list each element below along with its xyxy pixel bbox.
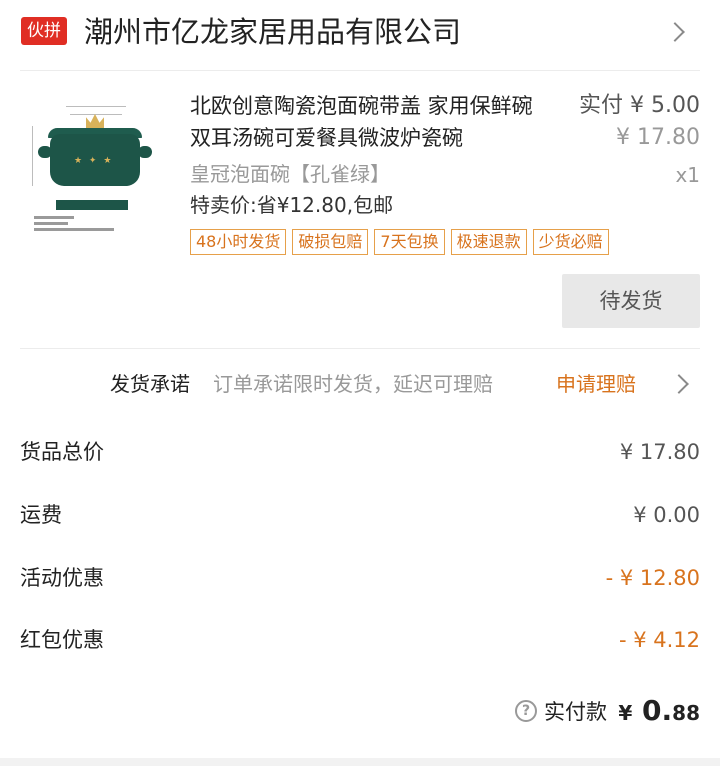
promise-title: 发货承诺 (110, 372, 190, 396)
summary-row: 活动优惠 - ¥ 12.80 (0, 558, 720, 598)
service-tag: 48小时发货 (190, 229, 287, 255)
bottom-separator (0, 758, 720, 766)
chevron-right-icon[interactable] (669, 374, 689, 394)
summary-label: 运费 (20, 503, 62, 527)
service-tag: 极速退款 (450, 229, 527, 255)
summary-value: - ¥ 4.12 (618, 628, 700, 652)
product-quantity: x1 (675, 163, 700, 187)
summary-row: 运费 ¥ 0.00 (0, 495, 720, 535)
chevron-right-icon[interactable] (665, 22, 685, 42)
divider (20, 70, 700, 71)
summary-value: ¥ 17.80 (619, 440, 700, 464)
service-tags: 48小时发货 破损包赔 7天包换 极速退款 少货必赔 (190, 229, 609, 255)
paid-amount: 实付 ¥ 5.00 (579, 93, 700, 118)
divider (20, 348, 700, 349)
summary-label: 活动优惠 (20, 566, 104, 590)
currency-symbol: ¥ (618, 701, 633, 725)
shipping-promise-row[interactable]: 发货承诺 订单承诺限时发货，延迟可理赔 申请理赔 (0, 362, 720, 406)
question-circle-icon[interactable]: ? (515, 700, 537, 722)
product-label-strip (56, 200, 128, 210)
status-button[interactable]: 待发货 (562, 274, 700, 328)
summary-label: 红包优惠 (20, 628, 104, 652)
summary-row: 货品总价 ¥ 17.80 (0, 432, 720, 472)
service-tag: 少货必赔 (532, 229, 609, 255)
group-buy-badge: 伙拼 (21, 17, 67, 45)
total-amount: ¥ 0.88 (618, 690, 700, 734)
apply-claim-link[interactable]: 申请理赔 (556, 366, 636, 402)
promise-description: 订单承诺限时发货，延迟可理赔 (213, 372, 493, 396)
summary-value: ¥ 0.00 (633, 503, 700, 527)
total-payment-row: ? 实付款 ¥ 0.88 (0, 690, 720, 734)
service-tag: 7天包换 (374, 229, 445, 255)
total-label: 实付款 (544, 700, 607, 724)
summary-row: 红包优惠 - ¥ 4.12 (0, 620, 720, 660)
original-price: ¥ 17.80 (616, 125, 700, 150)
summary-label: 货品总价 (20, 440, 104, 464)
total-integer: 0. (642, 694, 673, 727)
product-title[interactable]: 北欧创意陶瓷泡面碗带盖 家用保鲜碗 双耳汤碗可爱餐具微波炉瓷碗 (190, 90, 550, 154)
summary-value: - ¥ 12.80 (605, 566, 700, 590)
total-decimal: 88 (672, 701, 700, 725)
product-spec: 皇冠泡面碗【孔雀绿】 (190, 162, 390, 186)
store-header[interactable]: 伙拼 潮州市亿龙家居用品有限公司 (0, 0, 720, 68)
store-name[interactable]: 潮州市亿龙家居用品有限公司 (84, 12, 461, 52)
product-thumbnail[interactable]: ★ ✦ ★ (26, 96, 158, 238)
discount-note: 特卖价:省¥12.80,包邮 (190, 193, 394, 217)
service-tag: 破损包赔 (292, 229, 369, 255)
